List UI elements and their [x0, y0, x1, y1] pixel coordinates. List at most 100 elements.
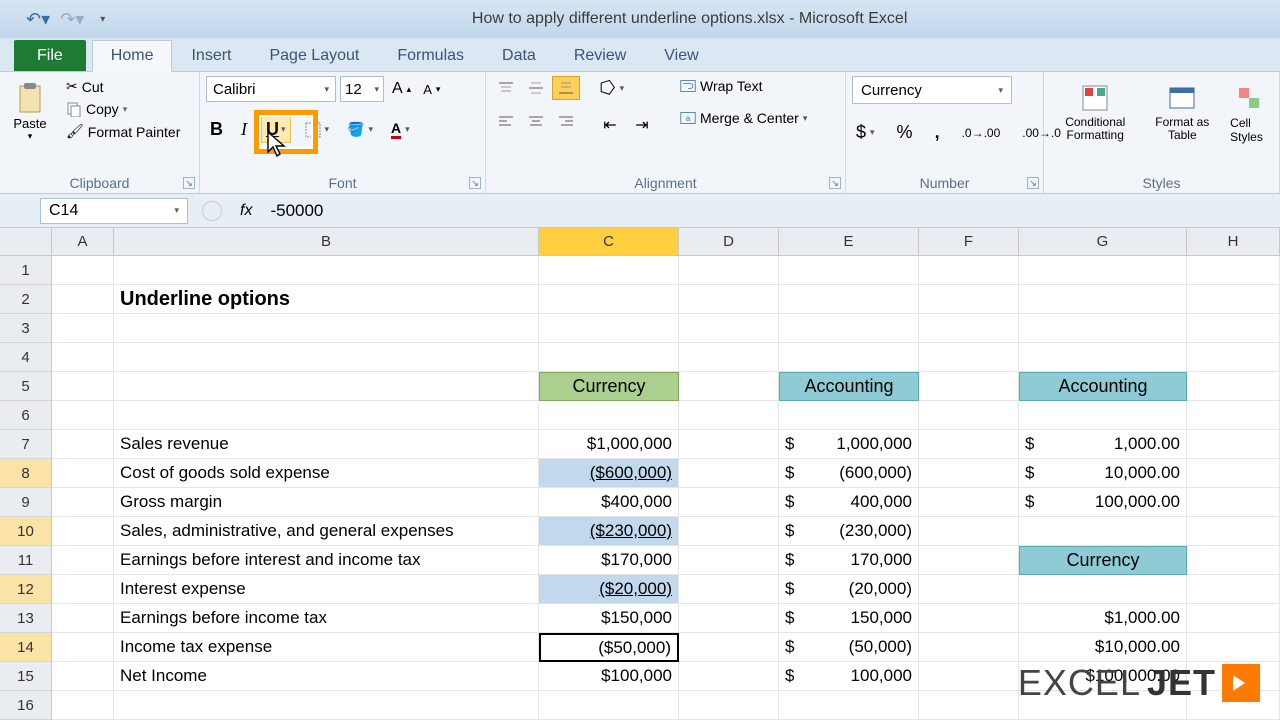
row-header[interactable]: 5 [0, 372, 52, 401]
cell[interactable] [779, 401, 919, 430]
cell[interactable] [679, 256, 779, 285]
select-all-corner[interactable] [0, 228, 52, 255]
fx-icon[interactable]: fx [240, 202, 252, 220]
cell[interactable]: $150,000 [779, 604, 919, 633]
cell[interactable] [779, 314, 919, 343]
row-header[interactable]: 3 [0, 314, 52, 343]
cell[interactable] [1187, 343, 1280, 372]
cell[interactable] [919, 314, 1019, 343]
row-header[interactable]: 1 [0, 256, 52, 285]
format-painter-button[interactable]: 🖌Format Painter [62, 121, 184, 142]
cell[interactable] [1019, 343, 1187, 372]
cell[interactable] [539, 256, 679, 285]
cell[interactable] [1187, 314, 1280, 343]
row-header[interactable]: 8 [0, 459, 52, 488]
cell[interactable] [679, 285, 779, 314]
font-color-button[interactable]: A▾ [387, 118, 414, 141]
cell[interactable] [1019, 517, 1187, 546]
alignment-launcher[interactable]: ↘ [829, 177, 841, 189]
cell[interactable] [52, 343, 114, 372]
cell[interactable]: $(230,000) [779, 517, 919, 546]
cell[interactable]: Currency [1019, 546, 1187, 575]
cell[interactable] [779, 285, 919, 314]
number-launcher[interactable]: ↘ [1027, 177, 1039, 189]
tab-review[interactable]: Review [555, 40, 645, 71]
cell[interactable] [679, 343, 779, 372]
increase-indent-button[interactable]: ⇥ [628, 113, 656, 137]
cell[interactable] [52, 314, 114, 343]
tab-data[interactable]: Data [483, 40, 555, 71]
cell[interactable] [919, 488, 1019, 517]
cell[interactable] [1187, 256, 1280, 285]
cell[interactable] [52, 662, 114, 691]
cell[interactable] [1187, 285, 1280, 314]
cell[interactable]: Cost of goods sold expense [114, 459, 539, 488]
col-header[interactable]: D [679, 228, 779, 255]
cell[interactable]: Net Income [114, 662, 539, 691]
cell[interactable] [52, 604, 114, 633]
cell[interactable] [919, 401, 1019, 430]
cell[interactable] [679, 691, 779, 720]
cell[interactable]: $1,000,000 [539, 430, 679, 459]
cut-button[interactable]: ✂Cut [62, 76, 184, 97]
cell[interactable] [1019, 256, 1187, 285]
align-left-button[interactable] [492, 110, 520, 134]
cell[interactable] [679, 517, 779, 546]
cell[interactable]: $1,000.00 [1019, 604, 1187, 633]
cell[interactable] [1187, 401, 1280, 430]
cell[interactable]: $150,000 [539, 604, 679, 633]
cell[interactable]: $100,000.00 [1019, 488, 1187, 517]
row-header[interactable]: 9 [0, 488, 52, 517]
paste-button[interactable]: Paste▾ [6, 76, 54, 146]
cell[interactable]: Sales revenue [114, 430, 539, 459]
cell[interactable]: Income tax expense [114, 633, 539, 662]
cell[interactable]: Underline options [114, 285, 539, 314]
cell[interactable] [679, 488, 779, 517]
cell[interactable] [679, 575, 779, 604]
align-top-button[interactable] [492, 76, 520, 100]
cell[interactable] [539, 314, 679, 343]
cell[interactable] [919, 546, 1019, 575]
cell[interactable] [1187, 372, 1280, 401]
cell[interactable] [1187, 488, 1280, 517]
shrink-font-button[interactable]: A▾ [419, 80, 444, 99]
cell[interactable]: Gross margin [114, 488, 539, 517]
cell[interactable]: $100,000 [779, 662, 919, 691]
cell[interactable]: Interest expense [114, 575, 539, 604]
cell[interactable] [539, 285, 679, 314]
cell[interactable]: Accounting [1019, 372, 1187, 401]
grow-font-button[interactable]: A▴ [388, 78, 415, 100]
cell[interactable]: Earnings before income tax [114, 604, 539, 633]
cell[interactable]: $400,000 [779, 488, 919, 517]
cell[interactable]: Earnings before interest and income tax [114, 546, 539, 575]
tab-file[interactable]: File [14, 40, 86, 71]
cell[interactable]: $(50,000) [779, 633, 919, 662]
cell[interactable] [52, 633, 114, 662]
cell[interactable]: $(20,000) [779, 575, 919, 604]
cell[interactable] [679, 604, 779, 633]
font-launcher[interactable]: ↘ [469, 177, 481, 189]
col-header[interactable]: H [1187, 228, 1280, 255]
col-header[interactable]: G [1019, 228, 1187, 255]
cell[interactable] [1019, 575, 1187, 604]
cell[interactable] [919, 575, 1019, 604]
cell[interactable] [919, 285, 1019, 314]
cell[interactable] [1019, 401, 1187, 430]
cell[interactable] [779, 343, 919, 372]
increase-decimal-button[interactable]: .0→.00 [958, 124, 1005, 142]
cell[interactable] [779, 691, 919, 720]
cell[interactable] [114, 691, 539, 720]
cell[interactable] [52, 488, 114, 517]
cell[interactable] [539, 401, 679, 430]
row-header[interactable]: 11 [0, 546, 52, 575]
copy-button[interactable]: Copy▾ [62, 99, 184, 119]
cell[interactable] [779, 256, 919, 285]
font-size-select[interactable]: 12▾ [340, 76, 384, 102]
row-header[interactable]: 14 [0, 633, 52, 662]
align-bottom-button[interactable] [552, 76, 580, 100]
cell[interactable]: $170,000 [539, 546, 679, 575]
cell[interactable] [52, 459, 114, 488]
cell[interactable] [679, 633, 779, 662]
decrease-indent-button[interactable]: ⇤ [596, 113, 624, 137]
cell[interactable]: $10,000.00 [1019, 633, 1187, 662]
